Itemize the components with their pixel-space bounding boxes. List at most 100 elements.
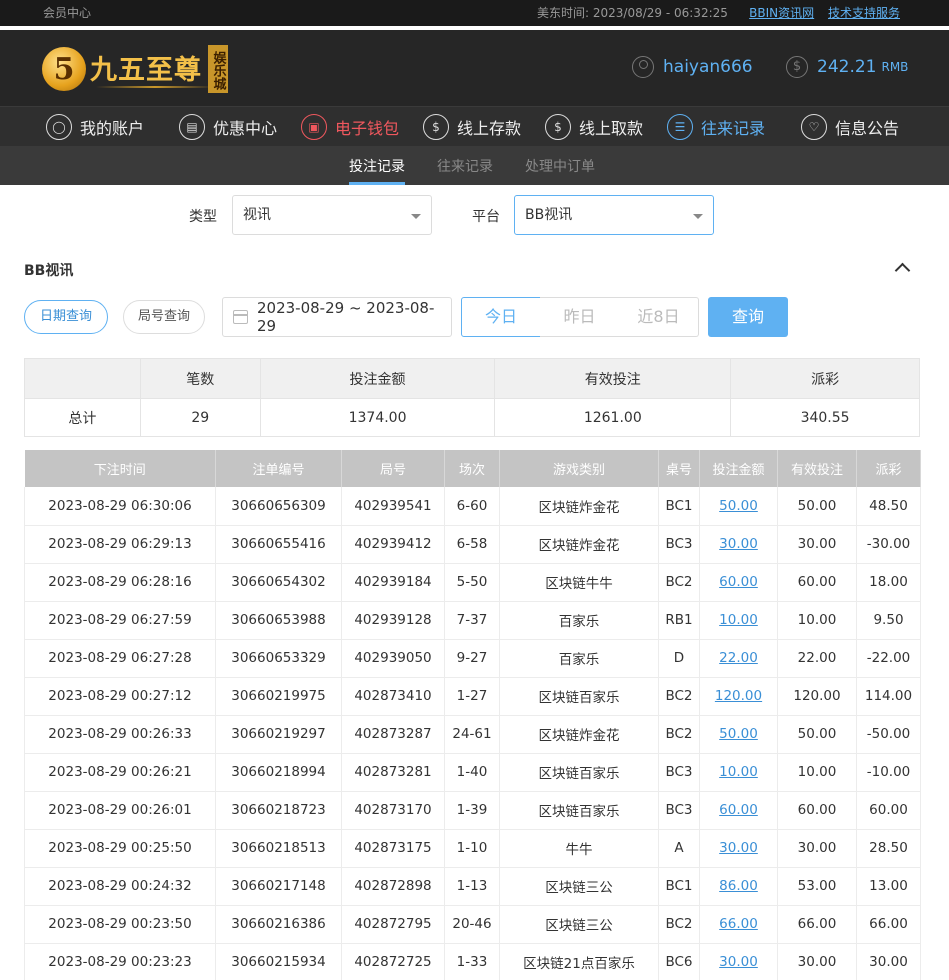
bet-amount-link[interactable]: 60.00 xyxy=(719,574,758,590)
bet-amount-link[interactable]: 50.00 xyxy=(719,726,758,742)
table-cell: 2023-08-29 00:23:23 xyxy=(24,943,216,980)
table-cell: 2023-08-29 00:26:01 xyxy=(24,791,216,830)
table-row: 2023-08-29 00:25:50 30660218513 402873175 1… xyxy=(24,829,921,868)
table-cell: 402939050 xyxy=(341,639,445,678)
bet-amount-link[interactable]: 30.00 xyxy=(719,954,758,970)
table-cell: 10.00 xyxy=(699,753,778,792)
summary-cell: 340.55 xyxy=(730,398,920,437)
bet-amount-link[interactable]: 60.00 xyxy=(719,802,758,818)
nav-promotions[interactable]: ▤ 优惠中心 xyxy=(179,113,277,141)
last-8-days-button[interactable]: 近8日 xyxy=(619,297,699,337)
today-button[interactable]: 今日 xyxy=(461,297,541,337)
nav-label: 优惠中心 xyxy=(213,119,278,138)
table-cell: 30660654302 xyxy=(215,563,342,602)
table-header-cell: 游戏类别 xyxy=(499,450,659,487)
nav-online-deposit[interactable]: $ 线上存款 xyxy=(423,113,521,141)
table-header-cell: 局号 xyxy=(341,450,445,487)
chevron-up-icon[interactable] xyxy=(894,259,912,277)
tech-support-link[interactable]: 技术支持服务 xyxy=(828,6,900,20)
table-cell: 百家乐 xyxy=(499,639,659,678)
brand-logo[interactable]: 5 九五至尊 娱乐城 xyxy=(42,42,228,96)
table-cell: 402939412 xyxy=(341,525,445,564)
table-row: 2023-08-29 00:26:33 30660219297 402873287 2… xyxy=(24,715,921,754)
date-range-picker[interactable]: 2023-08-29 ~ 2023-08-29 xyxy=(222,297,452,337)
yesterday-button[interactable]: 昨日 xyxy=(540,297,620,337)
table-header-cell: 场次 xyxy=(444,450,500,487)
table-cell: 区块链百家乐 xyxy=(499,753,659,792)
tab-bet-records[interactable]: 投注记录 xyxy=(349,156,405,185)
date-query-button[interactable]: 日期查询 xyxy=(24,300,108,334)
table-cell: 5-50 xyxy=(444,563,500,602)
table-cell: BC6 xyxy=(658,943,700,980)
bet-amount-link[interactable]: 22.00 xyxy=(719,650,758,666)
bet-amount-link[interactable]: 50.00 xyxy=(719,498,758,514)
table-cell: 66.00 xyxy=(777,905,857,944)
table-cell: 30660217148 xyxy=(215,867,342,906)
header: 5 九五至尊 娱乐城 haiyan666 $ 242.21 RMB xyxy=(0,30,949,106)
table-cell: 22.00 xyxy=(777,639,857,678)
top-bar: 会员中心 美东时间: 2023/08/29 - 06:32:25 BBIN资讯网… xyxy=(0,0,949,26)
bet-amount-link[interactable]: 10.00 xyxy=(719,612,758,628)
bet-amount-link[interactable]: 86.00 xyxy=(719,878,758,894)
table-cell: -30.00 xyxy=(856,525,921,564)
nav-online-withdraw[interactable]: $ 线上取款 xyxy=(545,113,643,141)
table-row: 2023-08-29 00:27:12 30660219975 402873410 1… xyxy=(24,677,921,716)
nav-transaction-records[interactable]: ☰ 往来记录 xyxy=(667,113,765,141)
table-cell: 66.00 xyxy=(856,905,921,944)
query-button[interactable]: 查询 xyxy=(708,297,788,337)
gift-icon: ▤ xyxy=(179,114,205,140)
table-cell: 30660218994 xyxy=(215,753,342,792)
bet-amount-link[interactable]: 30.00 xyxy=(719,840,758,856)
table-cell: 402939541 xyxy=(341,487,445,526)
round-query-button[interactable]: 局号查询 xyxy=(123,300,205,334)
table-cell: 120.00 xyxy=(777,677,857,716)
section-title: BB视讯 xyxy=(24,263,74,279)
table-cell: 30660219975 xyxy=(215,677,342,716)
bet-amount-link[interactable]: 66.00 xyxy=(719,916,758,932)
table-header-cell: 桌号 xyxy=(658,450,700,487)
table-cell: 402873410 xyxy=(341,677,445,716)
nav-e-wallet[interactable]: ▣ 电子钱包 xyxy=(301,113,399,141)
table-cell: 30660218513 xyxy=(215,829,342,868)
chevron-down-icon xyxy=(693,214,703,219)
table-cell: 区块链炸金花 xyxy=(499,525,659,564)
table-cell: 50.00 xyxy=(699,715,778,754)
table-cell: BC1 xyxy=(658,867,700,906)
bet-amount-link[interactable]: 10.00 xyxy=(719,764,758,780)
chevron-down-icon xyxy=(411,214,421,219)
record-icon: ☰ xyxy=(667,114,693,140)
table-cell: 2023-08-29 00:27:12 xyxy=(24,677,216,716)
top-links: BBIN资讯网 技术支持服务 xyxy=(739,4,900,21)
bet-amount-link[interactable]: 30.00 xyxy=(719,536,758,552)
summary-table: 笔数 投注金额 有效投注 派彩 总计 29 1374.00 1261.00 34… xyxy=(24,358,920,437)
bell-icon: ♡ xyxy=(801,114,827,140)
table-cell: 66.00 xyxy=(699,905,778,944)
table-cell: 28.50 xyxy=(856,829,921,868)
table-cell: 402873170 xyxy=(341,791,445,830)
tab-transactions[interactable]: 往来记录 xyxy=(437,156,493,176)
table-row: 2023-08-29 06:30:06 30660656309 402939541 6… xyxy=(24,487,921,526)
table-cell: 18.00 xyxy=(856,563,921,602)
table-cell: 48.50 xyxy=(856,487,921,526)
platform-select[interactable]: BB视讯 xyxy=(514,195,714,235)
table-cell: 2023-08-29 00:23:50 xyxy=(24,905,216,944)
table-cell: 2023-08-29 00:25:50 xyxy=(24,829,216,868)
table-cell: 10.00 xyxy=(699,601,778,640)
member-center-label: 会员中心 xyxy=(43,6,92,20)
nav-announcements[interactable]: ♡ 信息公告 xyxy=(801,113,899,141)
table-cell: 60.00 xyxy=(699,791,778,830)
table-cell: 区块链百家乐 xyxy=(499,677,659,716)
tab-pending-orders[interactable]: 处理中订单 xyxy=(525,156,595,176)
bbin-news-link[interactable]: BBIN资讯网 xyxy=(749,6,814,20)
bet-amount-link[interactable]: 120.00 xyxy=(715,688,762,704)
table-cell: 60.00 xyxy=(856,791,921,830)
table-cell: 22.00 xyxy=(699,639,778,678)
user-info[interactable]: haiyan666 xyxy=(632,56,753,78)
table-cell: 120.00 xyxy=(699,677,778,716)
balance-info: $ 242.21 RMB xyxy=(786,56,908,78)
table-cell: A xyxy=(658,829,700,868)
nav-my-account[interactable]: ◯ 我的账户 xyxy=(46,113,144,141)
type-select[interactable]: 视讯 xyxy=(232,195,432,235)
table-cell: 2023-08-29 06:28:16 xyxy=(24,563,216,602)
table-cell: 10.00 xyxy=(777,601,857,640)
